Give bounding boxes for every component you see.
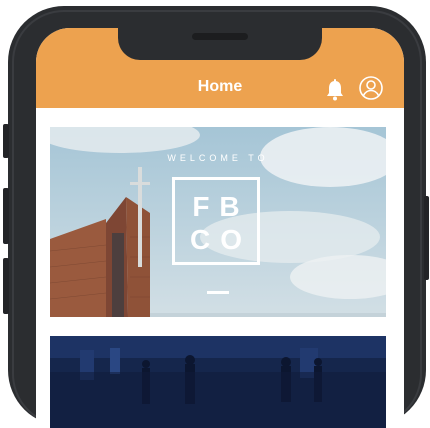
welcome-banner[interactable]: WELCOME TO FB CO <box>50 127 386 317</box>
logo-line-2: CO <box>190 224 252 255</box>
welcome-text: WELCOME TO <box>167 153 269 163</box>
phone-screen: Home WELCOME TO FB CO <box>36 28 404 428</box>
power-button <box>424 196 429 280</box>
logo-line-1: FB <box>192 191 250 222</box>
church-logo: FB CO <box>172 177 260 265</box>
volume-up-button <box>3 188 9 244</box>
speaker-grille <box>192 33 248 40</box>
bell-icon[interactable] <box>325 79 345 101</box>
banner-divider <box>207 291 229 294</box>
worship-banner[interactable] <box>50 336 386 428</box>
phone-notch <box>118 28 322 60</box>
mute-switch <box>3 124 9 158</box>
user-profile-icon[interactable] <box>359 76 383 100</box>
page-title: Home <box>197 78 243 95</box>
content-area: WELCOME TO FB CO <box>36 108 404 428</box>
volume-down-button <box>3 258 9 314</box>
worship-stage-image <box>50 336 386 428</box>
